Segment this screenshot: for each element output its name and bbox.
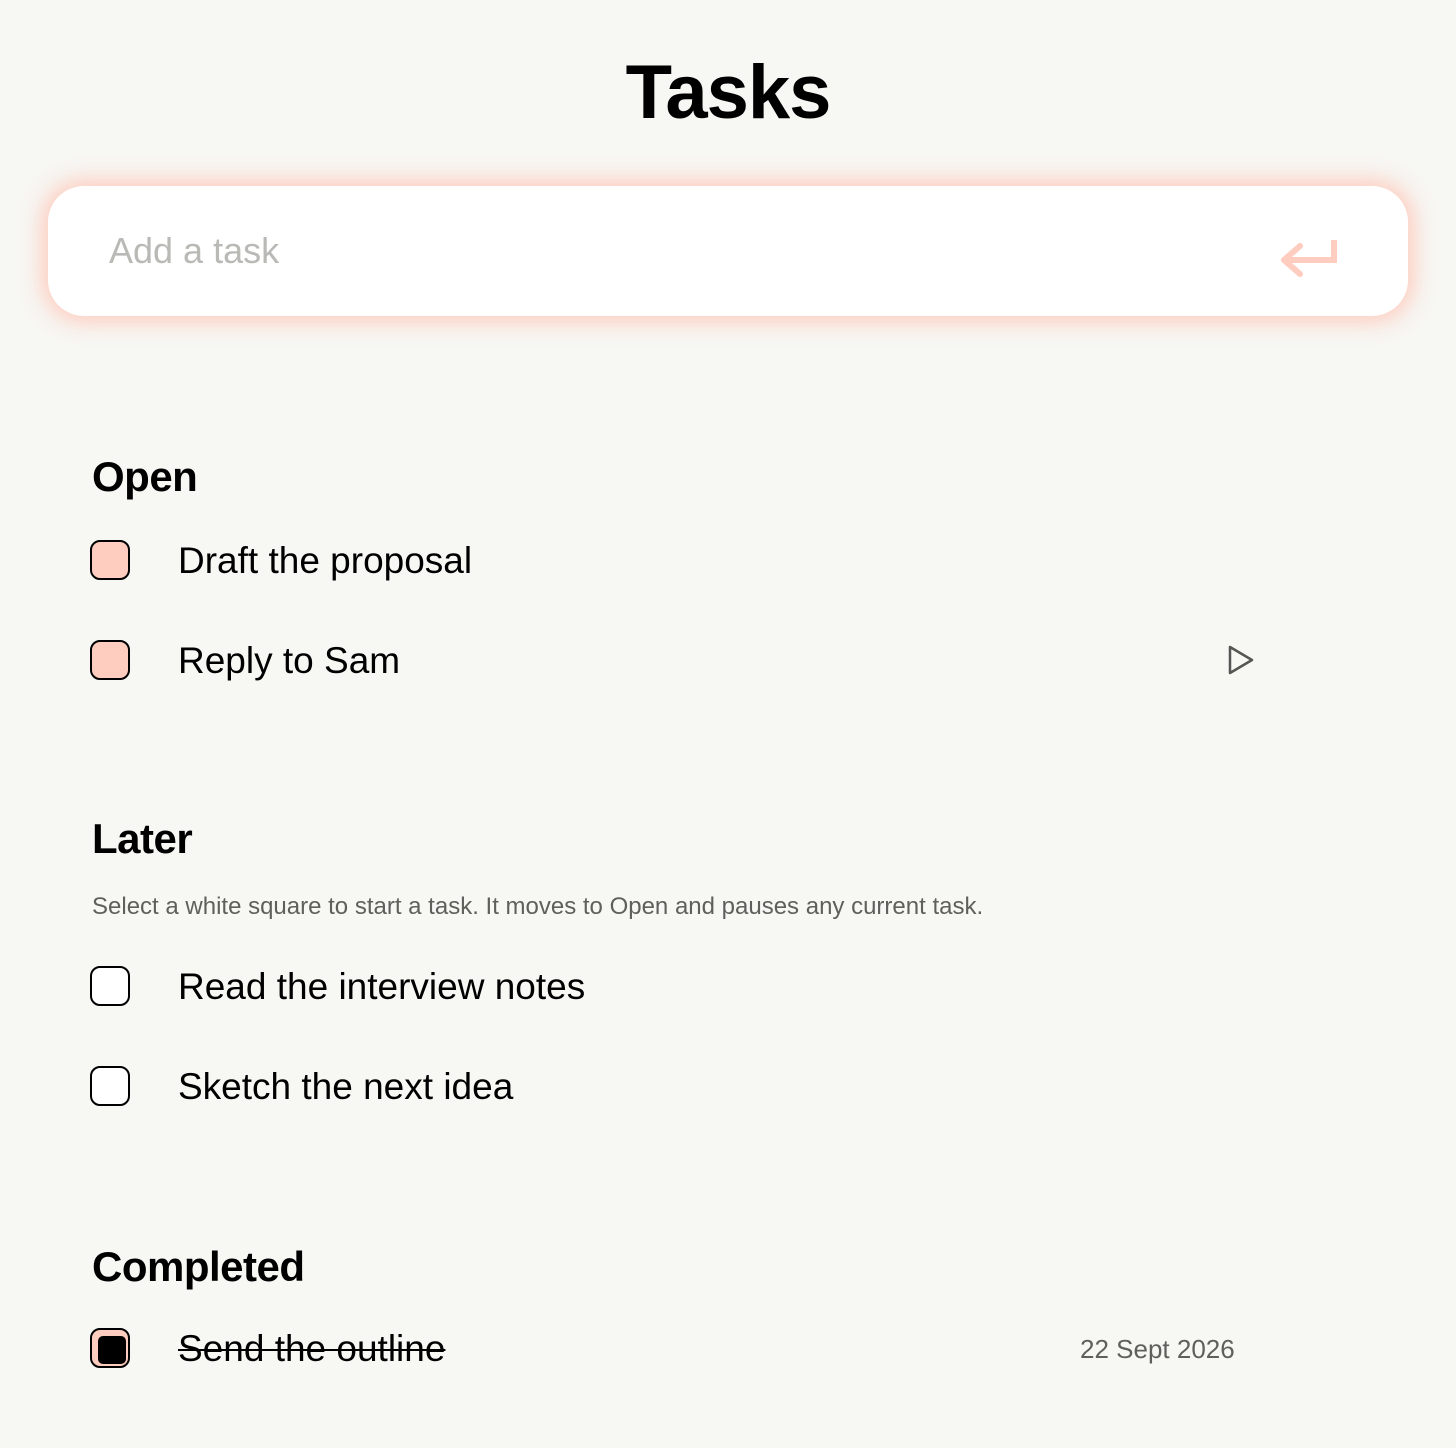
check-fill: [98, 1336, 126, 1364]
task-checkbox[interactable]: [90, 540, 130, 580]
start-task-button[interactable]: [1224, 642, 1258, 678]
task-label-completed: Send the outline: [178, 1328, 446, 1369]
task-row: Sketch the next idea: [90, 1064, 1270, 1112]
return-arrow-icon: [1281, 240, 1337, 277]
task-label: Sketch the next idea: [178, 1066, 514, 1107]
submit-task-button[interactable]: [1270, 226, 1346, 286]
task-row: Draft the proposal: [90, 538, 1270, 586]
task-row: Read the interview notes: [90, 964, 1270, 1012]
add-task-bar: [48, 186, 1408, 316]
add-task-input[interactable]: [109, 218, 1209, 284]
section-heading-completed: Completed: [92, 1243, 305, 1290]
page-title: Tasks: [625, 50, 832, 135]
later-help-text: Select a white square to start a task. I…: [92, 893, 984, 920]
task-row: Reply to Sam: [90, 638, 1270, 686]
section-heading-later: Later: [92, 815, 193, 862]
play-icon: [1228, 645, 1254, 675]
task-checkbox[interactable]: [90, 966, 130, 1006]
task-checkbox[interactable]: [90, 640, 130, 680]
task-row: Send the outline 22 Sept 2026: [90, 1326, 1270, 1374]
task-label: Draft the proposal: [178, 540, 473, 581]
task-label: Read the interview notes: [178, 966, 586, 1007]
task-checkbox[interactable]: [90, 1066, 130, 1106]
task-completed-date: 22 Sept 2026: [1080, 1334, 1235, 1364]
section-heading-open: Open: [92, 453, 198, 500]
task-checkbox-checked[interactable]: [90, 1328, 130, 1368]
task-label: Reply to Sam: [178, 640, 401, 681]
